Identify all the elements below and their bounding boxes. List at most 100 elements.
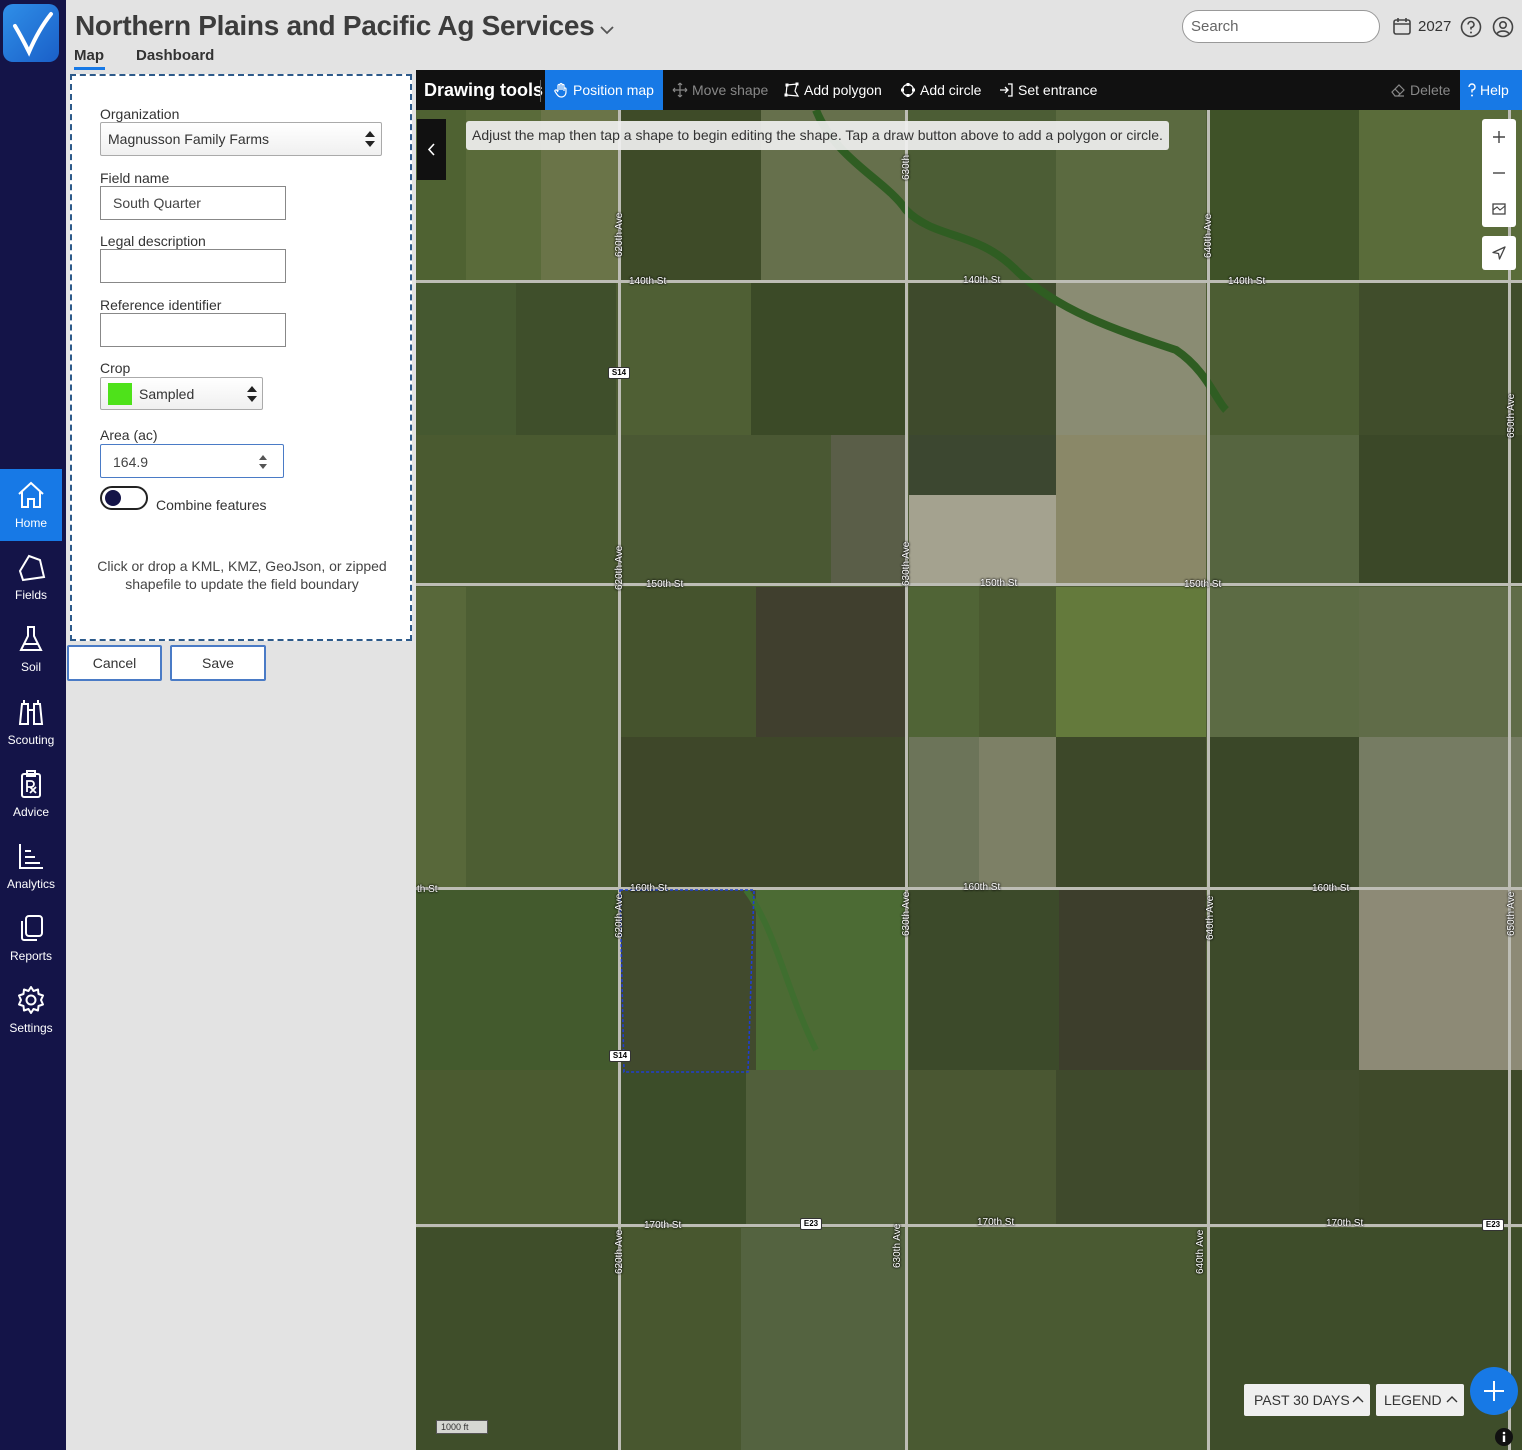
area-number-input[interactable]: 164.9 xyxy=(100,444,284,478)
sidebar-item-scouting[interactable]: Scouting xyxy=(0,686,62,758)
road-label: 630th xyxy=(901,154,912,180)
legend-button[interactable]: LEGEND xyxy=(1376,1384,1464,1416)
tab-dashboard[interactable]: Dashboard xyxy=(136,47,214,64)
route-shield: S14 xyxy=(608,367,630,379)
add-circle-button[interactable]: Add circle xyxy=(892,70,988,110)
sidebar-item-fields[interactable]: Fields xyxy=(0,541,62,613)
file-drop-zone-hint[interactable]: Click or drop a KML, KMZ, GeoJson, or zi… xyxy=(86,557,398,593)
combine-features-toggle[interactable] xyxy=(100,486,148,510)
road-label: 620th Ave xyxy=(614,1229,625,1274)
help-label: Help xyxy=(1480,82,1509,98)
sign-in-icon xyxy=(1000,83,1013,97)
help-button[interactable]: Help xyxy=(1460,70,1522,110)
calendar-icon[interactable] xyxy=(1392,16,1412,36)
hand-icon xyxy=(554,82,567,98)
sidebar-item-settings[interactable]: Settings xyxy=(0,974,62,1046)
question-mark-icon xyxy=(1468,83,1476,97)
chevron-up-icon xyxy=(1352,1396,1364,1403)
year-selector[interactable]: 2027 xyxy=(1418,18,1451,35)
area-label: Area (ac) xyxy=(100,427,158,443)
sidebar-item-label: Scouting xyxy=(7,733,55,747)
sidebar-item-label: Fields xyxy=(14,588,47,602)
sidebar-item-label: Home xyxy=(14,516,47,530)
organization-label: Organization xyxy=(100,106,180,122)
road-label: 140th St xyxy=(1228,276,1266,287)
locate-me-button[interactable] xyxy=(1482,236,1516,270)
road-label: 160th St xyxy=(630,883,668,894)
delete-button[interactable]: Delete xyxy=(1382,70,1458,110)
route-shield: E23 xyxy=(800,1218,822,1230)
sidebar-item-label: Analytics xyxy=(6,877,56,891)
prescription-icon xyxy=(21,770,41,798)
collapse-panel-button[interactable] xyxy=(417,119,446,180)
sidebar-item-reports[interactable]: Reports xyxy=(0,902,62,974)
sidebar-item-home[interactable]: Home xyxy=(0,469,62,541)
checkmark-logo-icon xyxy=(13,12,53,57)
road-label: 170th St xyxy=(977,1217,1015,1228)
zoom-in-button[interactable] xyxy=(1482,119,1516,155)
bar-chart-icon xyxy=(19,844,43,869)
position-map-button[interactable]: Position map xyxy=(545,70,663,110)
satellite-map[interactable]: 140th St 140th St 140th St 150th St 150t… xyxy=(416,70,1522,1450)
chevron-down-icon[interactable] xyxy=(599,22,615,38)
tab-map[interactable]: Map xyxy=(74,47,104,64)
past-30-days-label: PAST 30 DAYS xyxy=(1254,1392,1350,1408)
reference-identifier-input[interactable] xyxy=(100,313,286,347)
info-icon[interactable] xyxy=(1494,1427,1514,1447)
route-shield: S14 xyxy=(609,1050,631,1062)
crop-select-value: Sampled xyxy=(139,386,195,402)
add-polygon-button[interactable]: Add polygon xyxy=(776,70,888,110)
search-input[interactable] xyxy=(1182,10,1380,43)
organization-select[interactable]: Magnusson Family Farms xyxy=(100,122,382,156)
sidebar-item-advice[interactable]: Advice xyxy=(0,758,62,830)
road-label: 640th Ave xyxy=(1205,895,1216,940)
organization-select-value: Magnusson Family Farms xyxy=(108,131,270,147)
road-label: 630th Ave xyxy=(901,891,912,936)
binoculars-icon xyxy=(18,700,44,725)
select-arrows-icon xyxy=(247,386,257,402)
field-name-label: Field name xyxy=(100,170,170,186)
spinner-arrows-icon[interactable] xyxy=(257,451,269,473)
road-label: 650th Ave xyxy=(1506,393,1517,438)
add-polygon-label: Add polygon xyxy=(804,82,882,98)
save-button[interactable]: Save xyxy=(170,645,266,681)
area-value: 164.9 xyxy=(113,454,149,470)
app-logo[interactable] xyxy=(3,4,59,62)
location-arrow-icon xyxy=(1492,246,1506,260)
user-account-icon[interactable] xyxy=(1492,16,1514,38)
toolbar-divider xyxy=(540,80,541,102)
toolbar-title: Drawing tools xyxy=(424,80,544,100)
sidebar-item-soil[interactable]: Soil xyxy=(0,613,62,685)
cancel-button[interactable]: Cancel xyxy=(67,645,162,681)
zoom-out-button[interactable] xyxy=(1482,155,1516,191)
active-tab-indicator xyxy=(74,67,105,70)
move-shape-button[interactable]: Move shape xyxy=(664,70,774,110)
route-shield: E23 xyxy=(1482,1219,1504,1231)
fit-bounds-button[interactable] xyxy=(1482,191,1516,227)
chevron-up-icon xyxy=(1446,1396,1458,1403)
past-30-days-button[interactable]: PAST 30 DAYS xyxy=(1244,1384,1370,1416)
field-name-input[interactable] xyxy=(100,186,286,220)
map-layers-icon xyxy=(1492,203,1506,215)
copy-icon xyxy=(21,915,43,941)
home-icon xyxy=(18,481,44,508)
road-label: 150th St xyxy=(980,578,1018,589)
sidebar-item-label: Advice xyxy=(12,805,50,819)
help-circle-icon[interactable] xyxy=(1460,16,1482,38)
road-label: 640th Ave xyxy=(1195,1229,1206,1274)
add-fab-button[interactable] xyxy=(1470,1367,1518,1415)
road-label: 170th St xyxy=(1326,1218,1364,1229)
road-label: 160th St xyxy=(963,882,1001,893)
field-edit-form[interactable]: Organization Magnusson Family Farms Fiel… xyxy=(70,74,412,641)
set-entrance-button[interactable]: Set entrance xyxy=(990,70,1110,110)
road-label: 170th St xyxy=(644,1220,682,1231)
organization-title[interactable]: Northern Plains and Pacific Ag Services xyxy=(75,10,595,42)
road-label: 630th Ave xyxy=(892,1223,903,1268)
legal-description-input[interactable] xyxy=(100,249,286,283)
sidebar-item-label: Reports xyxy=(9,949,53,963)
road-label: 140th St xyxy=(963,275,1001,286)
sidebar-item-analytics[interactable]: Analytics xyxy=(0,830,62,902)
sidebar-item-label: Settings xyxy=(9,1021,53,1035)
crop-select[interactable]: Sampled xyxy=(100,377,263,410)
crop-color-swatch xyxy=(108,383,132,405)
